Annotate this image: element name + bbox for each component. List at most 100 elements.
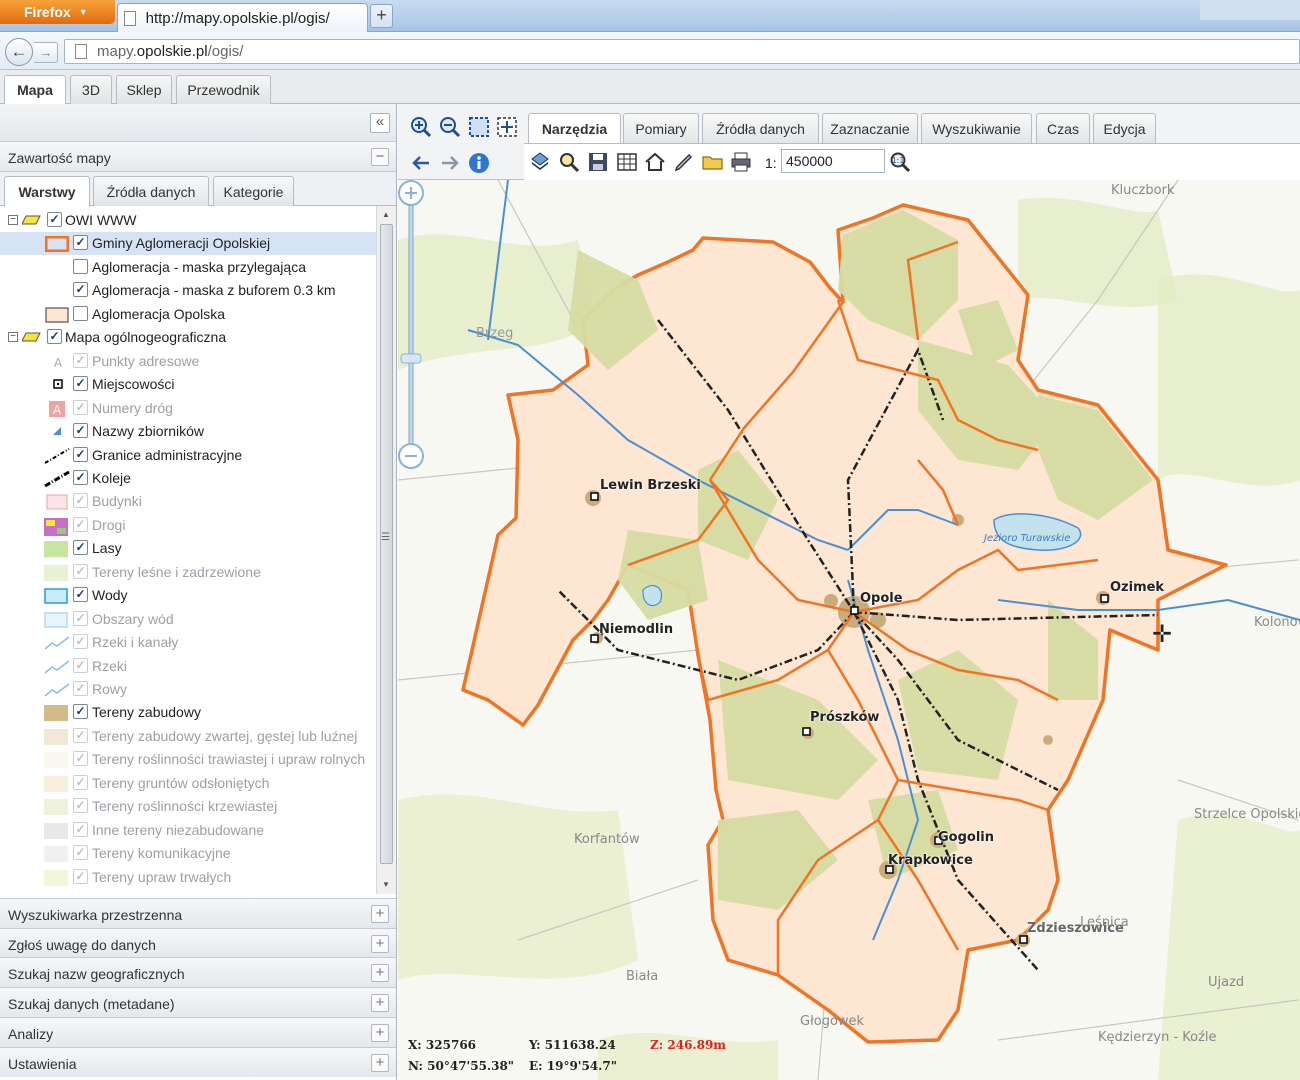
collapse-tree-icon[interactable]: − xyxy=(8,332,18,343)
firefox-menu-button[interactable]: Firefox ▼ xyxy=(0,0,115,24)
zoom-to-scale-icon[interactable]: 1:1 xyxy=(888,150,912,174)
info-icon[interactable] xyxy=(467,151,491,175)
scroll-up-icon[interactable]: ▲ xyxy=(382,210,390,219)
layer-tereny-komunikacyjne[interactable]: ✓ Tereny komunikacyjne xyxy=(0,842,376,865)
table-icon[interactable] xyxy=(615,150,639,174)
layer-checkbox[interactable]: ✓ xyxy=(73,704,88,720)
layer-numery-drog[interactable]: A ✓ Numery dróg xyxy=(0,397,376,420)
layer-checkbox[interactable]: ✓ xyxy=(73,821,88,837)
accordion-report-issue[interactable]: Zgłoś uwagę do danych + xyxy=(0,928,396,958)
forward-arrow-icon[interactable]: → xyxy=(34,42,58,63)
arrow-left-icon[interactable] xyxy=(409,151,433,175)
layer-obszary-wod[interactable]: ✓ Obszary wód xyxy=(0,608,376,631)
save-icon[interactable] xyxy=(586,150,610,174)
layer-checkbox[interactable]: ✓ xyxy=(47,329,62,345)
layer-miejscowosci[interactable]: ✓ Miejscowości xyxy=(0,373,376,396)
new-tab-button[interactable]: + xyxy=(370,4,393,28)
back-arrow-icon[interactable]: ← xyxy=(5,38,33,66)
layer-checkbox[interactable]: ✓ xyxy=(73,540,88,556)
layer-grunty-odsloniete[interactable]: ✓ Tereny gruntów odsłoniętych xyxy=(0,772,376,795)
layer-checkbox[interactable]: ✓ xyxy=(73,376,88,392)
layer-checkbox[interactable] xyxy=(73,258,88,274)
accordion-spatial-search[interactable]: Wyszukiwarka przestrzenna + xyxy=(0,898,396,928)
collapse-tree-icon[interactable]: − xyxy=(8,215,18,225)
layer-tereny-zabudowy[interactable]: ✓ Tereny zabudowy xyxy=(0,701,376,724)
layer-checkbox[interactable]: ✓ xyxy=(73,634,88,650)
plus-icon[interactable]: + xyxy=(371,935,389,953)
group-mapa-ogolnogeograficzna[interactable]: − ✓ Mapa ogólnogeograficzna xyxy=(0,326,376,349)
layer-lasy[interactable]: ✓ Lasy xyxy=(0,537,376,560)
layer-checkbox[interactable]: ✓ xyxy=(73,469,88,485)
accordion-metadata[interactable]: Szukaj danych (metadane) + xyxy=(0,987,396,1017)
layer-zabudowa-zwarta[interactable]: ✓ Tereny zabudowy zwartej, gęstej lub luź… xyxy=(0,725,376,748)
zoom-slider[interactable] xyxy=(398,180,424,470)
layer-checkbox[interactable]: ✓ xyxy=(73,751,88,767)
arrow-right-icon[interactable] xyxy=(438,151,462,175)
layer-checkbox[interactable]: ✓ xyxy=(73,774,88,790)
layer-checkbox[interactable]: ✓ xyxy=(73,423,88,439)
layer-checkbox[interactable]: ✓ xyxy=(73,399,88,415)
layer-checkbox[interactable]: ✓ xyxy=(73,446,88,462)
layer-checkbox[interactable]: ✓ xyxy=(73,868,88,884)
plus-icon[interactable]: + xyxy=(371,964,389,982)
layer-checkbox[interactable]: ✓ xyxy=(73,282,88,298)
layer-checkbox[interactable]: ✓ xyxy=(73,352,88,368)
scroll-down-icon[interactable]: ▼ xyxy=(382,880,390,889)
tab-narzedzia[interactable]: Narzędzia xyxy=(528,113,621,143)
layer-rowy[interactable]: ✓ Rowy xyxy=(0,678,376,701)
zoom-search-icon[interactable] xyxy=(557,150,581,174)
plus-icon[interactable]: + xyxy=(371,994,389,1012)
tab-zrodla-danych[interactable]: Źródła danych xyxy=(93,176,209,206)
pen-icon[interactable] xyxy=(672,150,696,174)
layer-punkty-adresowe[interactable]: A ✓ Punkty adresowe xyxy=(0,350,376,373)
plus-icon[interactable]: + xyxy=(371,1024,389,1042)
accordion-analysis[interactable]: Analizy + xyxy=(0,1017,396,1047)
tab-warstwy[interactable]: Warstwy xyxy=(4,176,90,207)
layer-gminy[interactable]: ✓ Gminy Aglomeracji Opolskiej xyxy=(0,232,376,256)
layer-checkbox[interactable]: ✓ xyxy=(73,798,88,814)
open-folder-icon[interactable] xyxy=(701,150,725,174)
layer-checkbox[interactable]: ✓ xyxy=(73,681,88,696)
layer-tereny-lesne[interactable]: ✓ Tereny leśne i zadrzewione xyxy=(0,561,376,584)
map-content-header[interactable]: Zawartość mapy − xyxy=(0,142,396,172)
print-icon[interactable] xyxy=(729,150,753,174)
tab-zrodla-danych-tools[interactable]: Źródła danych xyxy=(702,113,819,143)
home-icon[interactable] xyxy=(643,150,667,174)
tab-przewodnik[interactable]: Przewodnik xyxy=(176,75,271,104)
layer-checkbox[interactable]: ✓ xyxy=(73,235,88,251)
tab-3d[interactable]: 3D xyxy=(70,75,112,104)
layer-checkbox[interactable]: ✓ xyxy=(73,727,88,743)
layer-budynki[interactable]: ✓ Budynki xyxy=(0,490,376,513)
plus-icon[interactable]: + xyxy=(371,905,389,923)
tab-pomiary[interactable]: Pomiary xyxy=(623,113,699,143)
layer-checkbox[interactable]: ✓ xyxy=(73,610,88,626)
layer-checkbox[interactable]: ✓ xyxy=(47,212,62,227)
layer-inne-niezabudowane[interactable]: ✓ Inne tereny niezabudowane xyxy=(0,819,376,842)
layer-granice-administracyjne[interactable]: ✓ Granice administracyjne xyxy=(0,444,376,467)
layer-checkbox[interactable]: ✓ xyxy=(73,845,88,861)
layer-checkbox[interactable]: ✓ xyxy=(73,493,88,509)
layer-nazwy-zbiornikow[interactable]: ✓ Nazwy zbiorników xyxy=(0,420,376,443)
layers-icon[interactable] xyxy=(528,150,552,174)
layer-drogi[interactable]: ✓ Drogi xyxy=(0,514,376,537)
layer-checkbox[interactable]: ✓ xyxy=(73,657,88,673)
layer-aglomeracja-opolska[interactable]: Aglomeracja Opolska xyxy=(0,303,376,326)
layer-checkbox[interactable]: ✓ xyxy=(73,563,88,579)
window-controls[interactable] xyxy=(1200,0,1300,20)
scroll-thumb[interactable] xyxy=(380,224,393,864)
tab-czas[interactable]: Czas xyxy=(1036,113,1090,143)
layer-roslinnosc-krzewiasta[interactable]: ✓ Tereny roślinności krzewiastej xyxy=(0,795,376,818)
layer-roslinnosc-trawiasta[interactable]: ✓ Tereny roślinności trawiastej i upraw r… xyxy=(0,748,376,771)
layer-koleje[interactable]: ✓ Koleje xyxy=(0,467,376,490)
layer-rzeki[interactable]: ✓ Rzeki xyxy=(0,655,376,678)
layer-wody[interactable]: ✓ Wody xyxy=(0,584,376,607)
layer-checkbox[interactable]: ✓ xyxy=(73,516,88,532)
tab-sklep[interactable]: Sklep xyxy=(116,75,172,104)
tab-wyszukiwanie[interactable]: Wyszukiwanie xyxy=(921,113,1032,143)
layer-maska-przylegajaca[interactable]: Aglomeracja - maska przylegająca xyxy=(0,256,376,279)
zoom-box-icon[interactable] xyxy=(467,115,491,139)
full-extent-icon[interactable] xyxy=(495,115,519,139)
map-view[interactable]: Kluczbork Brzeg Lewin Brzeski Opole Ozimek Ni… xyxy=(398,180,1300,1080)
browser-tab[interactable]: http://mapy.opolskie.pl/ogis/ xyxy=(117,3,368,32)
url-bar[interactable]: mapy.opolskie.pl/ogis/ xyxy=(64,39,1300,64)
